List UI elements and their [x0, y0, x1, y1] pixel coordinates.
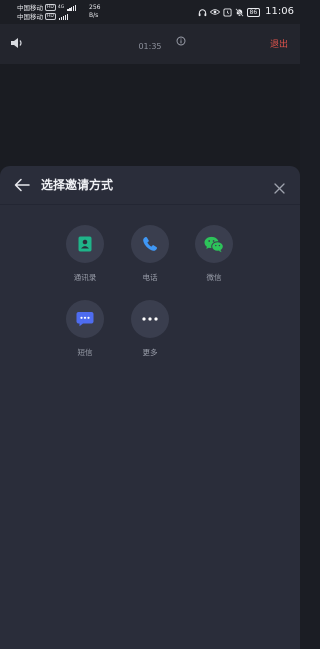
phone-icon	[131, 225, 169, 263]
call-header: 01:35 退出	[0, 24, 300, 64]
clock: 11:06	[265, 6, 294, 17]
invite-option-more[interactable]: 更多	[120, 300, 180, 357]
exit-button[interactable]: 退出	[270, 37, 288, 50]
battery-icon: 86	[246, 7, 261, 17]
network-speed: 256 B/s	[89, 4, 100, 20]
hd-badge: HD	[45, 4, 56, 11]
carrier-row-2: 中国移动 HD	[17, 12, 77, 21]
call-timer: 01:35	[138, 42, 162, 51]
screen: 中国移动 HD 4G 中国移动 HD 256 B/s 86 11:06 01:3…	[0, 0, 300, 649]
contacts-icon	[66, 225, 104, 263]
invite-option-wechat[interactable]: 微信	[184, 225, 244, 282]
alarm-icon	[222, 7, 232, 17]
sheet-title: 选择邀请方式	[41, 178, 114, 192]
invite-option-label: 电话	[142, 273, 158, 282]
eye-icon	[209, 8, 220, 16]
carrier-name: 中国移动	[17, 3, 43, 12]
network-type: 4G	[57, 4, 65, 10]
sms-icon	[66, 300, 104, 338]
carrier-name: 中国移动	[17, 12, 43, 21]
invite-sheet: 选择邀请方式 通讯录 电话 微信 短信 更多	[0, 166, 300, 649]
status-bar: 中国移动 HD 4G 中国移动 HD 256 B/s 86 11:06	[0, 0, 300, 24]
invite-option-label: 微信	[206, 273, 222, 282]
invite-option-label: 通讯录	[73, 273, 97, 282]
call-video-area	[0, 64, 300, 174]
close-icon[interactable]	[274, 179, 285, 198]
network-speed-value: 256	[89, 4, 101, 11]
status-icons: 86 11:06	[198, 5, 294, 19]
signal-icon	[67, 4, 77, 11]
carrier-block: 中国移动 HD 4G 中国移动 HD	[17, 3, 77, 21]
sheet-header: 选择邀请方式	[0, 166, 300, 205]
invite-option-sms[interactable]: 短信	[55, 300, 115, 357]
headphones-icon	[198, 8, 207, 17]
signal-icon	[58, 13, 69, 20]
invite-option-label: 更多	[142, 348, 158, 357]
back-arrow-icon[interactable]	[14, 177, 30, 196]
invite-option-phone[interactable]: 电话	[120, 225, 180, 282]
wechat-icon	[195, 225, 233, 263]
more-icon	[131, 300, 169, 338]
invite-option-contacts[interactable]: 通讯录	[55, 225, 115, 282]
carrier-row-1: 中国移动 HD 4G	[17, 3, 77, 12]
hd-badge: HD	[45, 13, 56, 20]
network-speed-unit: B/s	[89, 12, 99, 19]
mute-icon	[234, 7, 244, 17]
invite-option-label: 短信	[77, 348, 93, 357]
